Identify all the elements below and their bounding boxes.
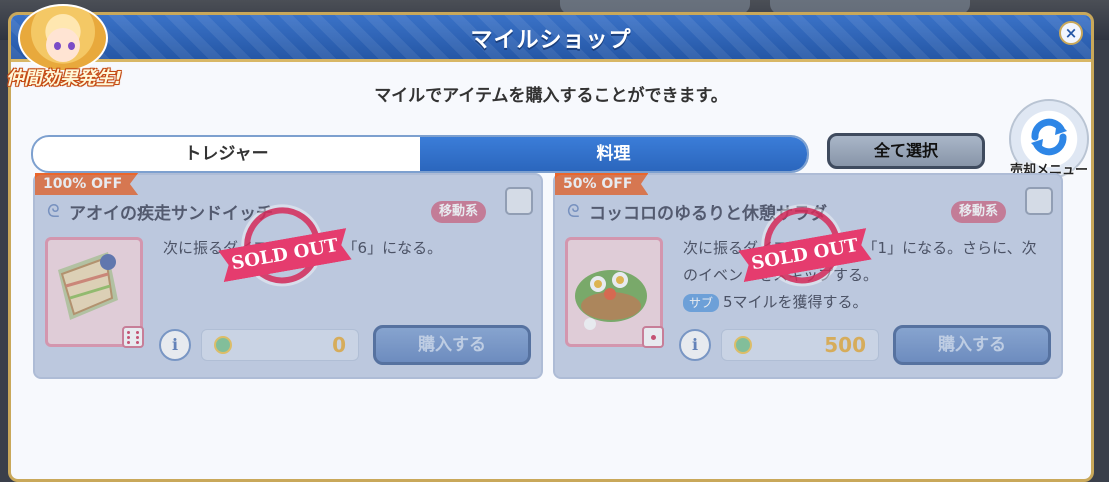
buy-button[interactable]: 購入する (893, 325, 1051, 365)
salad-icon (575, 270, 647, 330)
item-price: 0 (332, 333, 346, 357)
price-box: 500 (721, 329, 879, 361)
close-icon[interactable]: × (1059, 21, 1083, 45)
sub-tag: サブ (683, 294, 720, 312)
category-tag: 移動系 (951, 201, 1007, 223)
mile-icon (214, 336, 232, 354)
item-price: 500 (824, 333, 866, 357)
titlebar: マイルショップ × (11, 15, 1091, 62)
discount-badge: 100% OFF (35, 173, 139, 195)
shop-item-card[interactable]: 100% OFF ᘓ アオイの疾走サンドイッチ 移動系 次に振るダイスの目が必ず… (33, 173, 543, 379)
sandwich-image (45, 237, 144, 348)
tab-treasure[interactable]: トレジャー (33, 137, 420, 171)
sandwich-icon (58, 252, 118, 320)
mile-shop-window: マイルショップ × マイルでアイテムを購入することができます。 トレジャー 料理… (8, 12, 1094, 482)
select-all-button[interactable]: 全て選択 (827, 133, 985, 169)
avatar-eye (54, 42, 61, 50)
price-box: 0 (201, 329, 359, 361)
category-tag: 移動系 (431, 201, 487, 223)
sold-out-stamp: SOLD OUT (216, 201, 357, 307)
buy-button[interactable]: 購入する (373, 325, 531, 365)
info-icon[interactable]: i (159, 329, 191, 361)
item-name: アオイの疾走サンドイッチ (69, 204, 273, 224)
item-checkbox[interactable] (505, 187, 533, 215)
tab-cooking[interactable]: 料理 (420, 137, 807, 171)
shop-description: マイルでアイテムを購入することができます。 (374, 86, 728, 106)
window-title: マイルショップ (470, 28, 632, 53)
category-tabs: トレジャー 料理 (31, 135, 809, 173)
discount-badge: 50% OFF (555, 173, 649, 195)
item-checkbox[interactable] (1025, 187, 1053, 215)
info-icon[interactable]: i (679, 329, 711, 361)
character-avatar (18, 4, 108, 72)
avatar-eye (68, 42, 75, 50)
party-effect-badge: 仲間効果発生! (6, 68, 123, 89)
mile-icon (734, 336, 752, 354)
salad-image (565, 237, 664, 348)
refresh-icon (1031, 118, 1067, 156)
shop-item-card[interactable]: 50% OFF ᘓ コッコロのゆるりと休憩サラダ 移動系 次に振るダイスの目が必… (553, 173, 1063, 379)
dice-icon (642, 326, 664, 348)
swirl-icon: ᘓ (567, 201, 580, 222)
dice-icon (122, 326, 144, 348)
swirl-icon: ᘓ (47, 201, 60, 222)
